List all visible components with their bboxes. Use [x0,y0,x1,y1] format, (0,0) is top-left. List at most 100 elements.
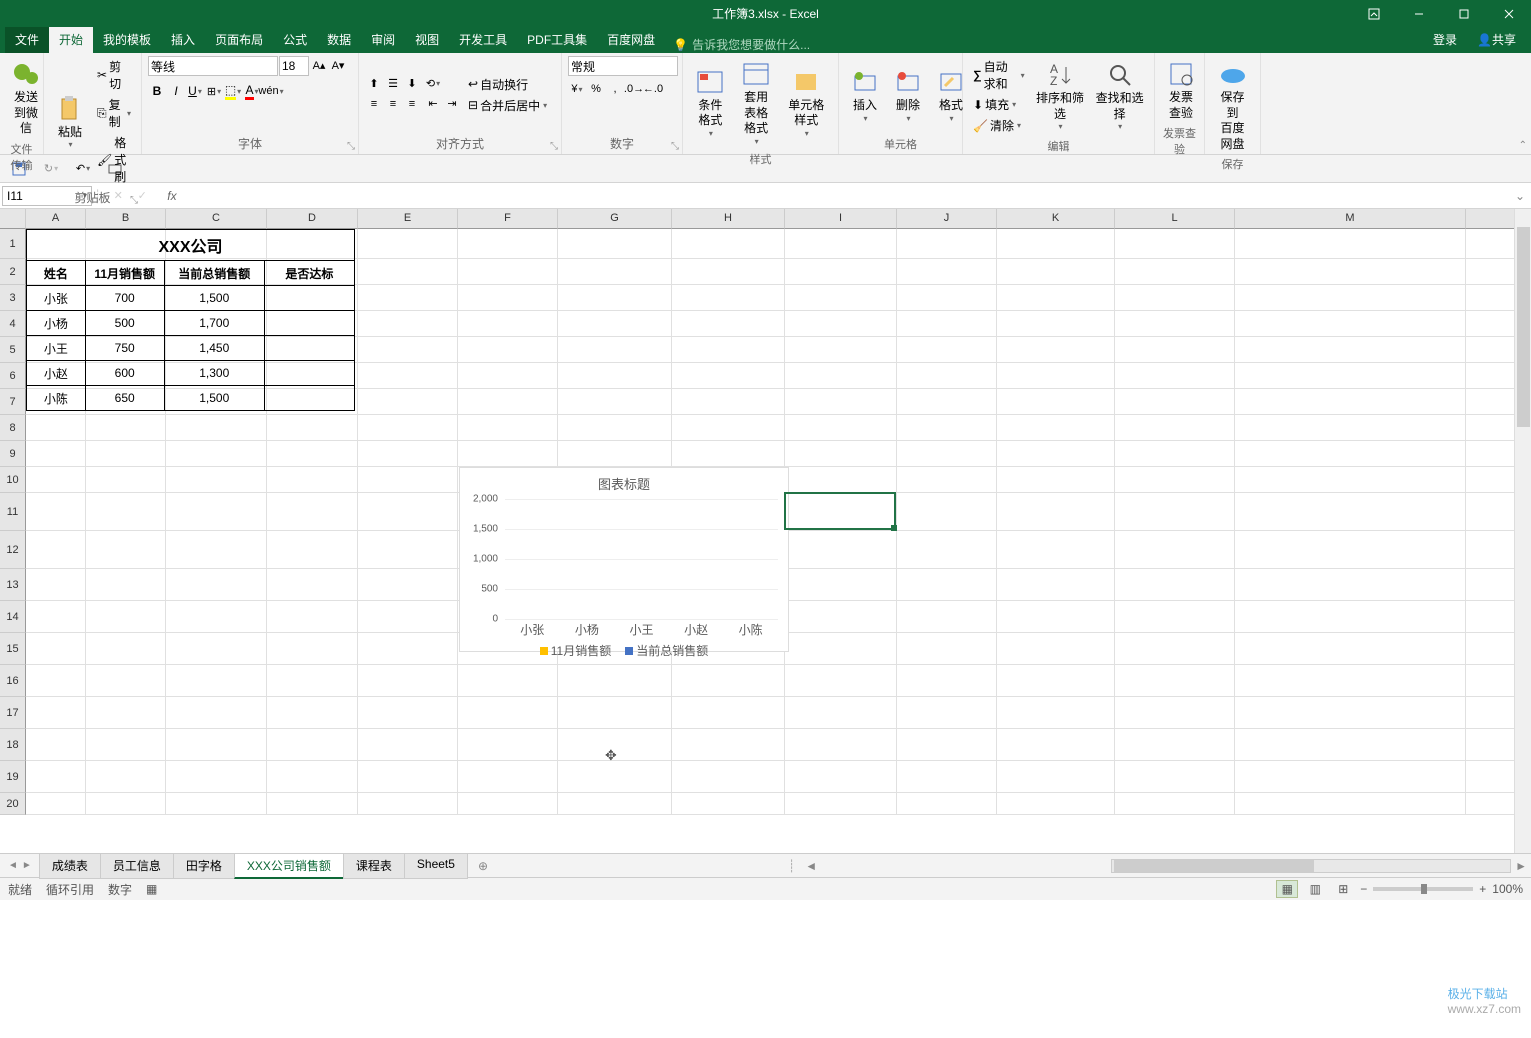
insert-cells-button[interactable]: 插入▾ [845,64,885,126]
cut-button[interactable]: ✂剪切 [93,56,135,94]
col-header-K[interactable]: K [997,209,1115,229]
format-painter-button[interactable]: 🖌格式刷 [93,132,135,187]
invoice-button[interactable]: 发票 查验 [1161,56,1201,123]
tab-insert[interactable]: 插入 [161,26,205,53]
sheet-tab[interactable]: 成绩表 [39,853,101,879]
italic-button[interactable]: I [167,82,185,100]
col-header-B[interactable]: B [86,209,166,229]
row-header-15[interactable]: 15 [0,633,26,665]
clear-button[interactable]: 🧹清除▾ [969,115,1029,136]
row-header-9[interactable]: 9 [0,441,26,467]
row-header-12[interactable]: 12 [0,531,26,569]
row-header-6[interactable]: 6 [0,363,26,389]
percent-format-button[interactable]: % [587,80,605,98]
cell-styles-button[interactable]: 单元格样式▾ [781,64,832,142]
vscroll-thumb[interactable] [1517,227,1530,427]
font-size-select[interactable] [279,56,309,76]
row-header-4[interactable]: 4 [0,311,26,337]
row-header-17[interactable]: 17 [0,697,26,729]
col-header-M[interactable]: M [1235,209,1466,229]
fill-button[interactable]: ⬇填充▾ [969,94,1029,115]
fill-color-button[interactable]: ⬚▾ [224,82,242,100]
align-launcher[interactable]: ⤡ [550,141,558,152]
align-bottom-button[interactable]: ⬇ [403,75,421,93]
baidu-save-button[interactable]: 保存到 百度网盘 [1211,56,1254,154]
row-header-8[interactable]: 8 [0,415,26,441]
row-header-18[interactable]: 18 [0,729,26,761]
tab-view[interactable]: 视图 [405,26,449,53]
column-headers[interactable]: ABCDEFGHIJKLMN [26,209,1531,229]
close-button[interactable] [1486,0,1531,27]
tab-formulas[interactable]: 公式 [273,26,317,53]
find-select-button[interactable]: 查找和选择▾ [1091,57,1148,135]
col-header-I[interactable]: I [785,209,897,229]
macro-record-button[interactable]: ▦ [146,882,157,896]
align-middle-button[interactable]: ☰ [384,75,402,93]
increase-font-button[interactable]: A▴ [310,56,328,74]
tab-nav-next[interactable]: ► [22,860,32,871]
enter-formula-button[interactable]: ✓ [133,187,151,205]
col-header-C[interactable]: C [166,209,267,229]
font-launcher[interactable]: ⤡ [347,141,355,152]
send-wechat-button[interactable]: 发送 到微信 [6,56,46,139]
phonetic-button[interactable]: wén▾ [262,82,280,100]
row-header-3[interactable]: 3 [0,285,26,311]
font-name-select[interactable] [148,56,278,76]
login-button[interactable]: 登录 [1423,26,1467,53]
tab-nav-prev[interactable]: ◄ [8,860,18,871]
align-top-button[interactable]: ⬆ [365,75,383,93]
row-header-10[interactable]: 10 [0,467,26,493]
sheet-tab[interactable]: 员工信息 [100,853,174,879]
align-center-button[interactable]: ≡ [384,95,402,113]
tab-baidu[interactable]: 百度网盘 [597,26,665,53]
tab-review[interactable]: 审阅 [361,26,405,53]
select-all-corner[interactable] [0,209,26,229]
sheet-tab[interactable]: Sheet5 [404,853,468,879]
vertical-scrollbar[interactable] [1514,209,1531,853]
col-header-F[interactable]: F [458,209,558,229]
orientation-button[interactable]: ⟲▾ [424,75,442,93]
format-table-button[interactable]: 套用 表格格式▾ [735,56,778,149]
normal-view-button[interactable]: ▦ [1276,880,1298,898]
col-header-H[interactable]: H [672,209,785,229]
maximize-button[interactable] [1441,0,1486,27]
row-header-11[interactable]: 11 [0,493,26,531]
col-header-J[interactable]: J [897,209,997,229]
row-header-7[interactable]: 7 [0,389,26,415]
merge-center-button[interactable]: ⊟合并后居中▾ [464,95,551,116]
redo-button[interactable]: ↻▾ [40,158,62,180]
number-launcher[interactable]: ⤡ [671,141,679,152]
align-right-button[interactable]: ≡ [403,95,421,113]
sheet-tab[interactable]: XXX公司销售额 [234,853,344,879]
tell-me-search[interactable]: 💡 告诉我您想要做什么... [673,36,810,53]
decrease-decimal-button[interactable]: ←.0 [644,80,662,98]
decrease-indent-button[interactable]: ⇤ [424,95,442,113]
collapse-ribbon-button[interactable]: ⌃ [1519,140,1527,151]
row-header-2[interactable]: 2 [0,259,26,285]
add-sheet-button[interactable]: ⊕ [468,859,498,873]
zoom-slider[interactable] [1373,887,1473,891]
horizontal-scrollbar[interactable] [1111,859,1511,873]
row-header-1[interactable]: 1 [0,229,26,259]
page-break-view-button[interactable]: ⊞ [1332,880,1354,898]
tab-templates[interactable]: 我的模板 [93,26,161,53]
tab-pdf-tools[interactable]: PDF工具集 [517,26,597,53]
fx-label[interactable]: fx [167,189,176,203]
col-header-L[interactable]: L [1115,209,1235,229]
increase-decimal-button[interactable]: .0→ [625,80,643,98]
align-left-button[interactable]: ≡ [365,95,383,113]
zoom-in-button[interactable]: + [1479,882,1486,896]
tab-developer[interactable]: 开发工具 [449,26,517,53]
zoom-out-button[interactable]: − [1360,882,1367,896]
conditional-format-button[interactable]: 条件格式▾ [689,64,732,142]
sheet-tab[interactable]: 课程表 [343,853,405,879]
increase-indent-button[interactable]: ⇥ [443,95,461,113]
number-format-select[interactable] [568,56,678,76]
hscroll-right[interactable]: ► [1511,859,1531,873]
row-header-14[interactable]: 14 [0,601,26,633]
hscroll-thumb[interactable] [1114,860,1314,872]
tab-file[interactable]: 文件 [5,26,49,53]
expand-formula-bar-button[interactable]: ⌄ [1509,189,1531,203]
border-button[interactable]: ⊞▾ [205,82,223,100]
col-header-D[interactable]: D [267,209,358,229]
